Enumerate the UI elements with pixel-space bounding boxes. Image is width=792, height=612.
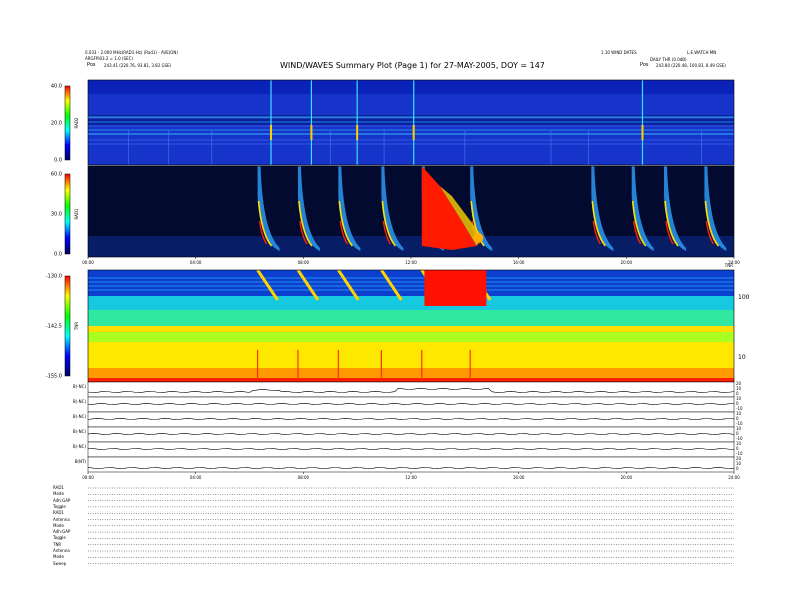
line-panel-right-tick: 0 — [736, 466, 739, 471]
tnr-plasma-line — [88, 326, 734, 332]
rad1-ylabel: RAD1 — [74, 208, 79, 219]
tnr-colorbar-tick: -142.5 — [46, 324, 62, 330]
tnr-colorbar-tick: -130.0 — [46, 274, 62, 280]
line-xtick-label: 00:00 — [82, 475, 94, 480]
rad2-colorbar-tick: 20.0 — [51, 121, 62, 127]
rad1-xtick-label: 04:00 — [190, 260, 202, 265]
tnr-green-band — [88, 310, 734, 326]
tnr-corner-label: TNR — [724, 263, 733, 268]
line-xtick-label: 24:00 — [728, 475, 740, 480]
rad2-band — [88, 80, 734, 94]
line-panel-frame — [87, 456, 735, 473]
tnr-bottom-red — [88, 378, 734, 382]
tnr-colorbar-tick: -155.0 — [46, 374, 62, 380]
tnr-ylabel: TNR — [74, 322, 79, 331]
rad2-burst-core — [412, 125, 415, 140]
tnr-major-event — [424, 270, 487, 306]
line-panel-label: B(-NC) — [73, 384, 87, 389]
tnr-low-band — [88, 342, 734, 372]
rad1-blob — [473, 233, 484, 243]
rad1-colorbar — [64, 173, 71, 255]
line-panel-frame — [87, 426, 735, 443]
rad1-xtick-label: 08:00 — [298, 260, 310, 265]
tnr-top-band — [88, 270, 734, 296]
tnr-right-tick: 100 — [738, 294, 750, 301]
line-panel-label: B(-NC) — [73, 444, 87, 449]
rad2-band — [88, 115, 734, 125]
line-xtick-label: 04:00 — [190, 475, 202, 480]
rad2-colorbar-tick: 40.0 — [51, 84, 62, 90]
rad2-burst-core — [356, 125, 359, 140]
rad2-ylabel: RAD2 — [74, 117, 79, 128]
tnr-colorbar — [64, 275, 71, 377]
rad1-colorbar-tick: 30.0 — [51, 212, 62, 218]
line-xtick-label: 12:00 — [405, 475, 417, 480]
summary-figure: 40.0 20.0 0.0 RAD2 60.0 30.0 0.0 RAD1 00:00 04:00… — [46, 79, 750, 564]
rad2-burst-core — [641, 125, 644, 140]
rad1-colorbar-tick: 60.0 — [51, 172, 62, 178]
rad1-colorbar-tick: 0.0 — [54, 252, 62, 258]
rad1-xtick-label: 20:00 — [621, 260, 633, 265]
rad1-lowfreq-band — [88, 236, 734, 257]
line-xtick-label: 16:00 — [513, 475, 525, 480]
rad2-colorbar — [64, 85, 71, 161]
rad1-xtick-label: 12:00 — [405, 260, 417, 265]
line-xtick-label: 20:00 — [621, 475, 633, 480]
rad2-burst-core — [310, 125, 313, 140]
line-panel-frame — [87, 411, 735, 428]
line-panel-label: B(-NC) — [73, 399, 87, 404]
line-panel-label: B(-NC) — [73, 414, 87, 419]
line-panel-label: B(NT) — [75, 459, 87, 464]
line-xtick-label: 08:00 — [298, 475, 310, 480]
rad2-colorbar-tick: 0.0 — [54, 158, 62, 164]
tnr-yellowgreen-band — [88, 332, 734, 342]
rad2-burst-core — [270, 125, 273, 140]
status-row-label: Sweep — [53, 560, 67, 566]
tnr-cyan-band — [88, 296, 734, 310]
rad1-xtick-label: 00:00 — [82, 260, 94, 265]
line-panel-label: B(-NC) — [73, 429, 87, 434]
line-panel-frame — [87, 441, 735, 458]
tnr-right-tick: 10 — [738, 354, 746, 361]
rad1-xtick-label: 16:00 — [513, 260, 525, 265]
